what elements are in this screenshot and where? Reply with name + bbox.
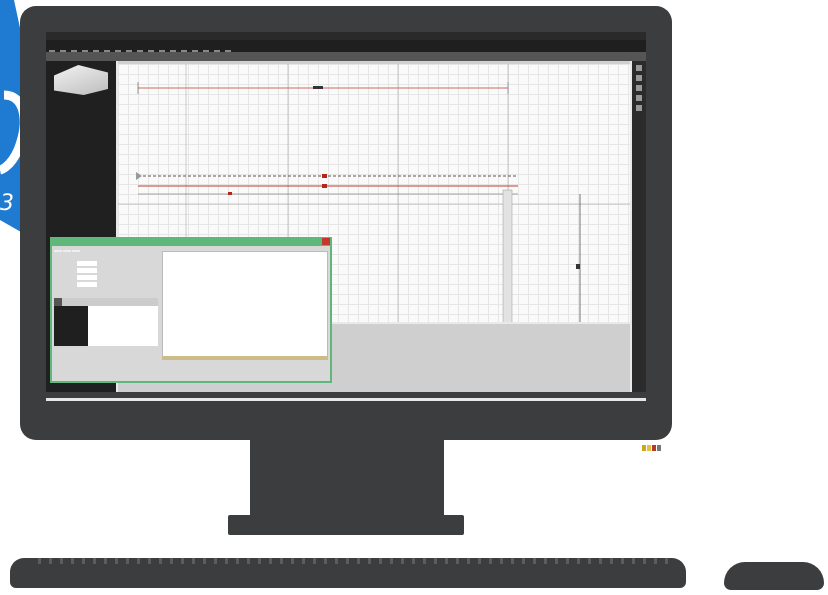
column-element	[502, 189, 513, 331]
table-row[interactable]	[54, 306, 158, 314]
dialog-fields	[54, 261, 154, 289]
table-row[interactable]	[54, 314, 158, 322]
keyboard-keys	[30, 558, 670, 564]
tool-icon[interactable]	[636, 75, 642, 81]
tool-icon[interactable]	[636, 95, 642, 101]
row-value	[88, 314, 158, 322]
table-tab[interactable]	[62, 298, 70, 306]
dialog-preview	[162, 251, 328, 357]
right-toolbar	[632, 61, 646, 392]
field-input[interactable]	[77, 268, 98, 273]
status-led-icon	[642, 436, 664, 451]
ribbon-tabs	[46, 52, 646, 61]
joint-marker	[228, 192, 232, 195]
row-key	[54, 306, 88, 314]
dialog-tab[interactable]	[72, 250, 80, 252]
field-input[interactable]	[77, 261, 98, 266]
dialog-tab[interactable]	[54, 250, 62, 252]
table-row[interactable]	[54, 322, 158, 330]
mouse	[724, 562, 824, 590]
svg-text:3: 3	[0, 191, 14, 216]
tool-icon[interactable]	[636, 105, 642, 111]
field-row	[54, 282, 154, 288]
screen	[46, 32, 646, 392]
project-thumbnail[interactable]	[54, 65, 108, 95]
arrow-marker	[136, 172, 142, 180]
joint-marker	[322, 174, 327, 178]
field-input[interactable]	[77, 282, 98, 287]
dimension-label-mark	[313, 86, 323, 89]
toolbar	[46, 40, 646, 55]
window-titlebar	[46, 32, 646, 40]
field-row	[54, 261, 154, 267]
table-tabs	[54, 298, 158, 306]
properties-dialog	[50, 237, 332, 383]
monitor-chin-line	[46, 398, 646, 401]
monitor-stand-neck	[250, 440, 444, 516]
field-row	[54, 268, 154, 274]
monitor-stand-base	[228, 515, 464, 535]
properties-table	[54, 298, 158, 346]
row-key	[54, 338, 88, 346]
field-row	[54, 275, 154, 281]
tool-icon[interactable]	[636, 85, 642, 91]
row-key	[54, 314, 88, 322]
preview-strip	[162, 356, 328, 360]
table-tab[interactable]	[54, 298, 62, 306]
row-key	[54, 330, 88, 338]
table-row[interactable]	[54, 330, 158, 338]
field-input[interactable]	[77, 275, 98, 280]
dimension-label-mark	[576, 264, 580, 269]
close-icon[interactable]	[322, 238, 330, 245]
joint-marker	[322, 184, 327, 188]
row-value	[88, 338, 158, 346]
dialog-tabs	[54, 249, 81, 253]
tool-icon[interactable]	[636, 65, 642, 71]
dialog-tab[interactable]	[63, 250, 71, 252]
table-tab[interactable]	[70, 298, 78, 306]
table-row[interactable]	[54, 338, 158, 346]
row-key	[54, 322, 88, 330]
dialog-body	[52, 246, 330, 381]
dialog-title	[50, 237, 332, 246]
row-value	[88, 322, 158, 330]
row-value	[88, 306, 158, 314]
row-value	[88, 330, 158, 338]
